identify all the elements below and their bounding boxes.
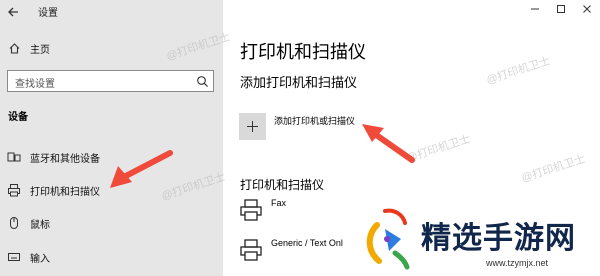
printer-icon — [7, 183, 21, 197]
site-logo-url: www.tzymjx.net — [486, 258, 549, 268]
printer-name: Fax — [271, 198, 287, 208]
sidebar-item-bluetooth[interactable]: 蓝牙和其他设备 — [0, 146, 223, 168]
sidebar-item-label: 打印机和扫描仪 — [30, 186, 100, 198]
page-title: 打印机和扫描仪 — [240, 42, 366, 62]
minimize-icon — [531, 8, 539, 10]
maximize-icon — [557, 5, 565, 13]
home-icon — [7, 41, 21, 55]
sidebar-item-typing[interactable]: 输入 — [0, 246, 223, 268]
back-arrow-icon[interactable] — [6, 5, 20, 19]
printer-icon — [239, 238, 263, 262]
keyboard-icon — [7, 250, 21, 264]
minimize-button[interactable] — [522, 0, 548, 18]
search-input[interactable]: 查找设置 — [7, 70, 214, 92]
section-header-devices: 设备 — [8, 112, 28, 123]
app-title: 设置 — [38, 8, 58, 19]
sidebar-item-label: 输入 — [30, 253, 50, 265]
sidebar-item-mouse[interactable]: 鼠标 — [0, 212, 223, 234]
close-button[interactable] — [574, 0, 600, 18]
printer-icon — [239, 198, 263, 222]
add-section-title: 添加打印机和扫描仪 — [240, 75, 358, 90]
sidebar-item-label: 蓝牙和其他设备 — [30, 153, 100, 165]
printer-name: Generic / Text Onl — [271, 238, 343, 248]
plus-icon — [247, 121, 258, 132]
add-printer-label[interactable]: 添加打印机或扫描仪 — [274, 114, 355, 127]
close-icon — [583, 5, 591, 13]
maximize-button[interactable] — [548, 0, 574, 18]
site-logo-text: 精选手游网 — [421, 222, 576, 255]
sidebar-item-label: 主页 — [30, 44, 50, 56]
bluetooth-devices-icon — [7, 150, 21, 164]
search-icon[interactable] — [196, 75, 209, 88]
add-printer-button[interactable] — [239, 113, 266, 140]
mouse-icon — [7, 216, 21, 230]
sidebar-item-label: 鼠标 — [30, 219, 50, 231]
site-logo-icon — [355, 205, 415, 273]
search-placeholder: 查找设置 — [15, 79, 55, 90]
window-controls — [522, 0, 600, 18]
printer-list-title: 打印机和扫描仪 — [240, 178, 325, 192]
